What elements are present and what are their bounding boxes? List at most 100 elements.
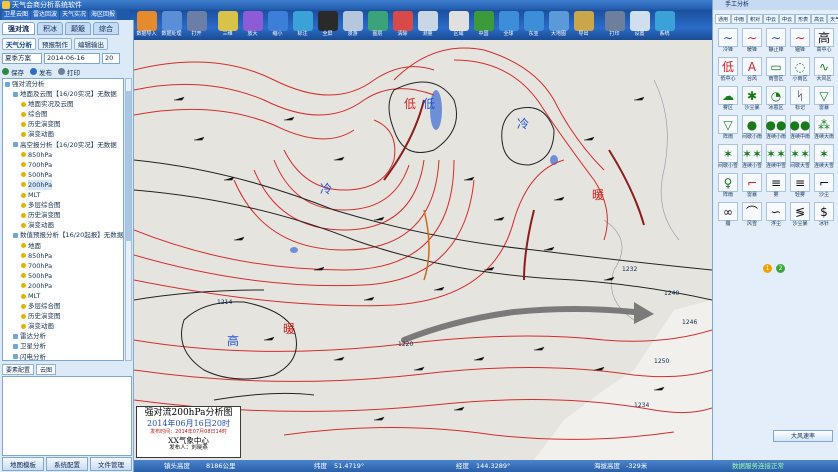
file-manage-button[interactable]: 文件管理 bbox=[90, 457, 132, 471]
tree-item[interactable]: 演变动画 bbox=[3, 129, 123, 139]
symbol-tool[interactable]: ▭ 雨雪区 bbox=[765, 57, 787, 84]
tree-item[interactable]: 500hPa bbox=[3, 170, 123, 180]
symbol-tab[interactable]: 形表 bbox=[795, 14, 812, 24]
data-process-button[interactable]: 数据处理 bbox=[159, 10, 184, 40]
page-button[interactable]: 1 bbox=[763, 264, 772, 273]
weather-map[interactable]: 低 低 冷 冷 暖 高 暖 暖 1214 1220 1232 1240 1246… bbox=[134, 40, 712, 460]
symbol-tool[interactable]: ✶ 连续大雪 bbox=[813, 144, 835, 171]
fullscreen-button[interactable]: 全屏 bbox=[315, 10, 340, 40]
top-nav-item[interactable]: 雷达回波 bbox=[31, 10, 60, 20]
tree-item[interactable]: 500hPa bbox=[3, 271, 123, 281]
zoom-in-button[interactable]: 放大 bbox=[240, 10, 265, 40]
tree-item[interactable]: 综合图 bbox=[3, 109, 123, 119]
symbol-tool[interactable]: ✱ 沙尘暴 bbox=[741, 86, 763, 113]
scrollbar-thumb[interactable] bbox=[126, 91, 131, 241]
tree-item[interactable]: 历史演变图 bbox=[3, 119, 123, 129]
tree-item[interactable]: 700hPa bbox=[3, 160, 123, 170]
tab-element-config[interactable]: 要素配置 bbox=[2, 364, 35, 375]
tree-folder[interactable]: 闪电分析 bbox=[3, 352, 123, 360]
symbol-tab[interactable]: 中雨 bbox=[731, 14, 748, 24]
symbol-tool[interactable]: ●● 连续小雨 bbox=[765, 115, 787, 142]
tree-item[interactable]: 地面 bbox=[3, 241, 123, 251]
symbol-tool[interactable]: ✶✶ 连续小雪 bbox=[741, 144, 763, 171]
zoom-out-button[interactable]: 缩小 bbox=[265, 10, 290, 40]
layers-button[interactable]: 图层 bbox=[365, 10, 390, 40]
settings-button[interactable]: 设置 bbox=[627, 10, 652, 40]
tree-item[interactable]: 历史演变图 bbox=[3, 311, 123, 321]
symbol-tool[interactable]: ∼ 冷锋 bbox=[717, 28, 739, 55]
symbol-tool[interactable]: ᛋ 标记 bbox=[789, 86, 811, 113]
region-button[interactable]: 区域 bbox=[446, 10, 471, 40]
symbol-tool[interactable]: ◔ 冰雹区 bbox=[765, 86, 787, 113]
tree-folder[interactable]: 卫星分析 bbox=[3, 341, 123, 351]
tree-folder[interactable]: 数值预报分析【16/20起报】无数据 bbox=[3, 230, 123, 240]
tree-item[interactable]: 850hPa bbox=[3, 251, 123, 261]
label-button[interactable]: 标注 bbox=[290, 10, 315, 40]
tab-strong-convection[interactable]: 强对流 bbox=[2, 22, 35, 35]
top-nav-item[interactable]: 海区回报 bbox=[89, 10, 118, 20]
tree-item[interactable]: 多层综合图 bbox=[3, 200, 123, 210]
top-nav-item[interactable]: 卫星云图 bbox=[2, 10, 31, 20]
symbol-tool[interactable]: A 台风 bbox=[741, 57, 763, 84]
export-button[interactable]: 导出 bbox=[571, 10, 596, 40]
data-import-button[interactable]: 数据导入 bbox=[134, 10, 159, 40]
hour-field[interactable]: 20 bbox=[102, 53, 120, 64]
symbol-tab[interactable]: 积对 bbox=[747, 14, 764, 24]
tree-item[interactable]: 多层综合图 bbox=[3, 301, 123, 311]
tree-item[interactable]: 演变动画 bbox=[3, 321, 123, 331]
symbol-tab[interactable]: 高云 bbox=[811, 14, 828, 24]
symbol-tab[interactable]: 中云 bbox=[763, 14, 780, 24]
china-map-button[interactable]: 中国 bbox=[471, 10, 496, 40]
symbol-tool[interactable]: 低低中心 bbox=[717, 57, 739, 84]
symbol-tool[interactable]: ● 间歇小雨 bbox=[741, 115, 763, 142]
subtab-forecast-making[interactable]: 预报制作 bbox=[38, 38, 72, 50]
tree-item[interactable]: MLT bbox=[3, 190, 123, 200]
pan-hand-button[interactable]: 漫游 bbox=[340, 10, 365, 40]
tree-item[interactable]: 200hPa bbox=[3, 281, 123, 291]
symbol-tool[interactable]: ◌ 小雨区 bbox=[789, 57, 811, 84]
save-button[interactable]: 保存 bbox=[2, 67, 24, 77]
symbol-tab[interactable]: 通用 bbox=[715, 14, 732, 24]
tree-item[interactable]: 演变动画 bbox=[3, 220, 123, 230]
symbol-tool[interactable]: ▽ 阵雨 bbox=[717, 115, 739, 142]
print-button[interactable]: 打印 bbox=[58, 67, 80, 77]
clear-button[interactable]: 清除 bbox=[390, 10, 415, 40]
symbol-tool[interactable]: $ 冰针 bbox=[813, 202, 835, 229]
map-template-button[interactable]: 地图模板 bbox=[2, 457, 44, 471]
subtab-edit-output[interactable]: 编辑输出 bbox=[74, 38, 108, 50]
symbol-tool[interactable]: ⌐ 雷暴 bbox=[741, 173, 763, 200]
tab-turbulence[interactable]: 颠簸 bbox=[65, 22, 91, 35]
tab-cloud[interactable]: 云图 bbox=[36, 364, 57, 375]
tree-item[interactable]: MLT bbox=[3, 291, 123, 301]
symbol-tool[interactable]: ⌒ 风雪 bbox=[741, 202, 763, 229]
symbol-tool[interactable]: ∿ 大风区 bbox=[813, 57, 835, 84]
publish-button[interactable]: 发布 bbox=[30, 67, 52, 77]
symbol-tool[interactable]: ✶✶ 间歇大雪 bbox=[789, 144, 811, 171]
page-button[interactable]: 2 bbox=[776, 264, 785, 273]
system-config-button[interactable]: 系统配置 bbox=[46, 457, 88, 471]
tree-folder[interactable]: 地面及云图【16/20实况】无数据 bbox=[3, 89, 123, 99]
tree-item[interactable]: 700hPa bbox=[3, 261, 123, 271]
date-field[interactable]: 2014-06-16 bbox=[44, 53, 100, 64]
symbol-tab[interactable]: 天气 bbox=[827, 14, 838, 24]
tree-item[interactable]: 200hPa bbox=[3, 179, 123, 191]
measure-button[interactable]: 测量 bbox=[415, 10, 440, 40]
symbol-tool[interactable]: ≡ 雾 bbox=[765, 173, 787, 200]
symbol-tool[interactable]: ⁂ 连续大雨 bbox=[813, 115, 835, 142]
symbol-tool[interactable]: ✶ 间歇小雪 bbox=[717, 144, 739, 171]
tab-combined[interactable]: 综合 bbox=[93, 22, 119, 35]
wind-speed-button[interactable]: 大风速率 bbox=[773, 430, 833, 442]
symbol-tool[interactable]: ♀ 阵雨 bbox=[717, 173, 739, 200]
tree-item[interactable]: 历史演变图 bbox=[3, 210, 123, 220]
symbol-tool[interactable]: ∽ 浮尘 bbox=[765, 202, 787, 229]
subtab-weather-analysis[interactable]: 天气分析 bbox=[2, 38, 36, 50]
symbol-tool[interactable]: ∞ 霾 bbox=[717, 202, 739, 229]
east-asia-button[interactable]: 东亚 bbox=[521, 10, 546, 40]
symbol-tool[interactable]: ✶✶ 连续中雪 bbox=[765, 144, 787, 171]
symbol-tool[interactable]: ∼ 暖锋 bbox=[741, 28, 763, 55]
tree-folder[interactable]: 高空报分析【16/20实况】无数据 bbox=[3, 140, 123, 150]
globe-button[interactable]: 全球 bbox=[496, 10, 521, 40]
symbol-tool[interactable]: ●● 连续中雨 bbox=[789, 115, 811, 142]
symbol-tab[interactable]: 中云 bbox=[779, 14, 796, 24]
symbol-tool[interactable]: 高高中心 bbox=[813, 28, 835, 55]
